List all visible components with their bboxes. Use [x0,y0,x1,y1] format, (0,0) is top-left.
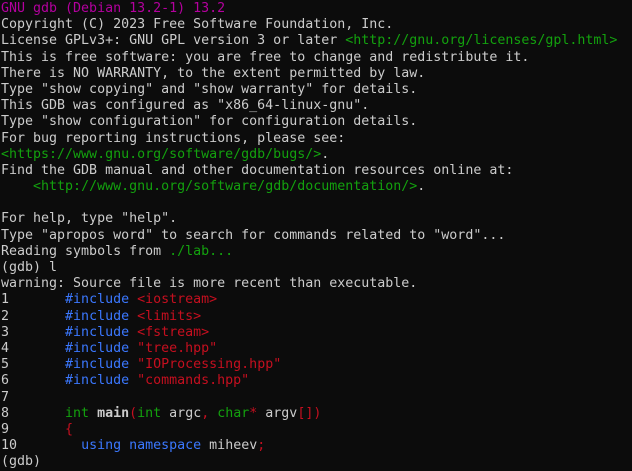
terminal-text-span: #include [65,373,129,388]
terminal-text-span: ; [257,438,265,453]
terminal-text-span [129,357,137,372]
terminal-line: <https://www.gnu.org/software/gdb/bugs/>… [1,147,632,163]
terminal-text-span: Type "show configuration" for configurat… [1,114,417,129]
terminal-text-span: "commands.hpp" [137,373,249,388]
terminal-text-span: main [97,406,129,421]
terminal-text-span: argv [257,406,297,421]
terminal-text-span: 4 [1,341,65,356]
terminal-text-span: #include [65,292,129,307]
terminal-text-span: . [417,179,425,194]
terminal-text-span: 3 [1,325,65,340]
terminal-line: This is free software: you are free to c… [1,50,632,66]
terminal-text-span: warning: Source file is more recent than… [1,276,417,291]
terminal-text-span [129,292,137,307]
terminal-line [1,195,632,211]
terminal-text-span: (gdb) [1,454,49,469]
source-line-6: 6 #include "commands.hpp" [1,373,632,389]
terminal-text-span: "IOProcessing.hpp" [137,357,281,372]
terminal-text-span: #include [65,309,129,324]
gpl-license-url: <http://gnu.org/licenses/gpl.html> [345,33,617,48]
gdb-version-line: GNU gdb (Debian 13.2-1) 13.2 [1,1,632,17]
terminal-text-span: miheev [201,438,257,453]
terminal-text-span: <iostream> [137,292,217,307]
terminal-output: GNU gdb (Debian 13.2-1) 13.2Copyright (C… [1,1,632,470]
terminal-text-span [1,179,33,194]
terminal-text-span: 8 [1,406,65,421]
terminal-text-span [129,325,137,340]
terminal-line: For help, type "help". [1,211,632,227]
terminal-text-span: This is free software: you are free to c… [1,50,529,65]
terminal-line: License GPLv3+: GNU GPL version 3 or lat… [1,33,632,49]
terminal-text-span: Type "show copying" and "show warranty" … [1,82,417,97]
terminal-line: <http://www.gnu.org/software/gdb/documen… [1,179,632,195]
terminal-text-span: This GDB was configured as "x86_64-linux… [1,98,369,113]
documentation-url: <http://www.gnu.org/software/gdb/documen… [33,179,417,194]
terminal-text-span [129,373,137,388]
terminal-text-span: int [137,406,161,421]
warning-line: warning: Source file is more recent than… [1,276,632,292]
source-line-4: 4 #include "tree.hpp" [1,341,632,357]
source-line-5: 5 #include "IOProcessing.hpp" [1,357,632,373]
terminal-text-span: { [65,422,73,437]
terminal-line: This GDB was configured as "x86_64-linux… [1,98,632,114]
gdb-terminal[interactable]: GNU gdb (Debian 13.2-1) 13.2Copyright (C… [0,0,632,471]
source-line-3: 3 #include <fstream> [1,325,632,341]
terminal-line: Type "show copying" and "show warranty" … [1,82,632,98]
terminal-text-span: "tree.hpp" [137,341,217,356]
source-line-7: 7 [1,390,632,406]
terminal-text-span [129,309,137,324]
terminal-text-span: (gdb) l [1,260,57,275]
terminal-text-span: GNU gdb (Debian 13.2-1) 13.2 [1,1,225,16]
terminal-text-span: For bug reporting instructions, please s… [1,131,345,146]
terminal-text-span: Find the GDB manual and other documentat… [1,163,513,178]
terminal-text-span: Reading symbols from [1,244,169,259]
terminal-text-span: There is NO WARRANTY, to the extent perm… [1,66,425,81]
terminal-text-span: <fstream> [137,325,209,340]
terminal-text-span: <limits> [137,309,201,324]
terminal-text-span: namespace [129,438,201,453]
terminal-text-span: #include [65,357,129,372]
terminal-line: There is NO WARRANTY, to the extent perm… [1,66,632,82]
terminal-line: Find the GDB manual and other documentat… [1,163,632,179]
source-line-1: 1 #include <iostream> [1,292,632,308]
terminal-text-span: 6 [1,373,65,388]
terminal-line: Type "show configuration" for configurat… [1,114,632,130]
terminal-text-span: 5 [1,357,65,372]
terminal-text-span: #include [65,341,129,356]
terminal-text-span [129,341,137,356]
terminal-text-span: ( [129,406,137,421]
terminal-text-span: using [81,438,121,453]
terminal-text-span: 7 [1,390,9,405]
terminal-text-span: 10 [1,438,81,453]
terminal-line: For bug reporting instructions, please s… [1,131,632,147]
terminal-line: Copyright (C) 2023 Free Software Foundat… [1,17,632,33]
terminal-text-span: Copyright (C) 2023 Free Software Foundat… [1,17,393,32]
source-line-9: 9 { [1,422,632,438]
terminal-text-span [89,406,97,421]
terminal-text-span: int [65,406,89,421]
terminal-text-span: #include [65,325,129,340]
terminal-text-span: 2 [1,309,65,324]
terminal-line: Type "apropos word" to search for comman… [1,228,632,244]
terminal-text-span [121,438,129,453]
terminal-text-span: []) [297,406,321,421]
terminal-text-span: 1 [1,292,65,307]
terminal-line: Reading symbols from ./lab... [1,244,632,260]
executable-filename: ./lab... [169,244,233,259]
gdb-command-line: (gdb) l [1,260,632,276]
terminal-text-span: 9 [1,422,65,437]
terminal-text-span: For help, type "help". [1,211,177,226]
terminal-text-span: Type "apropos word" to search for comman… [1,228,505,243]
terminal-text-span: . [321,147,329,162]
terminal-text-span: char [217,406,249,421]
terminal-text-span: argc [161,406,201,421]
bug-report-url: <https://www.gnu.org/software/gdb/bugs/> [1,147,321,162]
gdb-prompt-line: (gdb) [1,454,632,470]
source-line-8: 8 int main(int argc, char* argv[]) [1,406,632,422]
terminal-text-span: License GPLv3+: GNU GPL version 3 or lat… [1,33,345,48]
source-line-2: 2 #include <limits> [1,309,632,325]
source-line-10: 10 using namespace miheev; [1,438,632,454]
